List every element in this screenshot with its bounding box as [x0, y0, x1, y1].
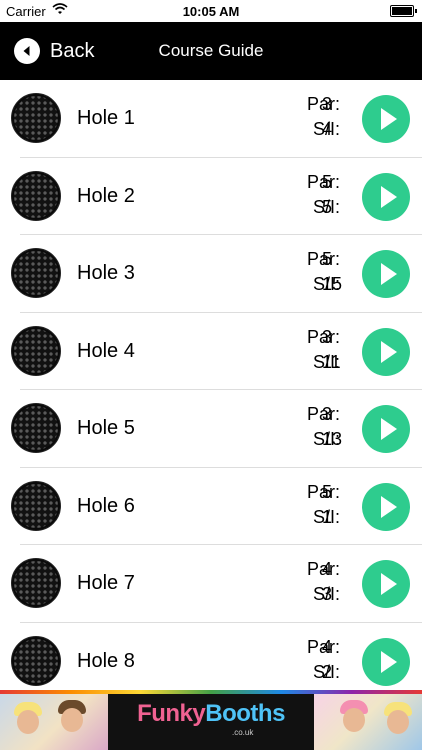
hole-name: Hole 3	[77, 262, 135, 284]
golf-ball-icon	[11, 93, 61, 143]
play-button[interactable]	[362, 405, 410, 453]
hole-name: Hole 1	[77, 107, 135, 129]
hole-list: Hole 1 Par: 3 S/I: 4 Hole 2 Par: 5 S/I: …	[0, 80, 422, 700]
golf-ball-icon	[11, 170, 61, 221]
si-value: 13	[322, 429, 343, 449]
hole-name: Hole 7	[77, 572, 135, 594]
hole-row[interactable]: Hole 5 Par: 3 S/I: 13	[0, 390, 422, 468]
hole-row[interactable]: Hole 8 Par: 4 S/I: 2	[0, 623, 422, 701]
play-button[interactable]	[362, 327, 410, 376]
par-value: 3	[322, 94, 333, 114]
play-icon	[381, 340, 397, 363]
hole-row[interactable]: Hole 7 Par: 4 S/I: 3	[0, 545, 422, 623]
hole-row[interactable]: Hole 4 Par: 3 S/I: 11	[0, 313, 422, 390]
play-button[interactable]	[362, 560, 410, 608]
hole-name: Hole 4	[77, 339, 135, 362]
play-icon	[381, 418, 397, 440]
si-value: 1	[322, 506, 333, 527]
par-value: 5	[322, 171, 333, 192]
play-button[interactable]	[362, 637, 410, 686]
golf-ball-icon	[11, 480, 61, 531]
play-icon	[381, 185, 397, 208]
par-value: 4	[322, 559, 333, 579]
play-button[interactable]	[362, 482, 410, 531]
hole-name: Hole 8	[77, 649, 135, 672]
status-bar: Carrier 10:05 AM	[0, 0, 422, 22]
par-value: 5	[322, 249, 333, 269]
si-value: 5	[322, 196, 333, 217]
page-title: Course Guide	[158, 41, 264, 60]
play-icon	[381, 108, 397, 130]
play-icon	[381, 650, 397, 673]
ad-brand-part1: Funky	[137, 700, 206, 727]
ad-photo-right	[314, 694, 422, 750]
si-value: 3	[322, 584, 333, 604]
hole-row[interactable]: Hole 6 Par: 5 S/I: 1	[0, 468, 422, 545]
par-value: 3	[322, 404, 333, 424]
hole-name: Hole 6	[77, 494, 135, 517]
play-icon	[381, 573, 397, 595]
si-value: 4	[322, 119, 333, 139]
hole-row[interactable]: Hole 2 Par: 5 S/I: 5	[0, 158, 422, 235]
si-value: 15	[322, 274, 343, 294]
par-value: 3	[322, 326, 333, 347]
hole-name: Hole 2	[77, 184, 135, 207]
play-button[interactable]	[362, 95, 410, 143]
play-button[interactable]	[362, 172, 410, 221]
ad-domain: .co.uk	[232, 728, 254, 737]
hole-name: Hole 5	[77, 417, 135, 439]
golf-ball-icon	[11, 248, 61, 298]
golf-ball-icon	[11, 403, 61, 453]
par-value: 5	[322, 481, 333, 502]
golf-ball-icon	[11, 635, 61, 686]
ad-banner[interactable]: FunkyBooths .co.uk	[0, 690, 422, 750]
status-time: 10:05 AM	[182, 4, 240, 19]
si-value: 11	[322, 351, 341, 372]
play-button[interactable]	[362, 250, 410, 298]
hole-row[interactable]: Hole 1 Par: 3 S/I: 4	[0, 80, 422, 158]
par-value: 4	[322, 636, 333, 657]
ad-brand-part2: Booths	[205, 700, 285, 727]
battery-icon	[390, 5, 417, 17]
play-icon	[381, 263, 397, 285]
nav-bar: Back Course Guide	[0, 22, 422, 80]
golf-ball-icon	[11, 558, 61, 608]
golf-ball-icon	[11, 325, 61, 376]
ad-photo-left	[0, 694, 108, 750]
play-icon	[381, 495, 397, 518]
si-value: 2	[322, 661, 333, 682]
hole-row[interactable]: Hole 3 Par: 5 S/I: 15	[0, 235, 422, 313]
ad-logo: FunkyBooths	[108, 700, 314, 728]
